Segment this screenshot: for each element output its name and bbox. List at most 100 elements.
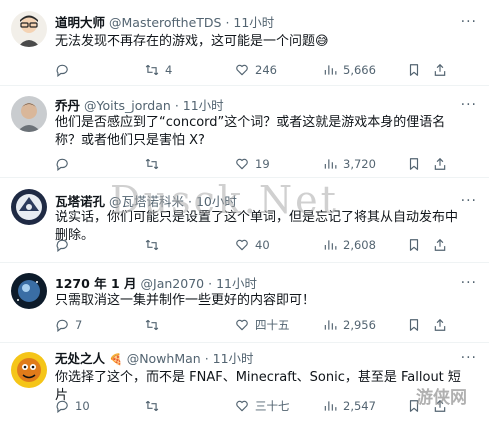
reply-button[interactable] (55, 62, 75, 78)
handle[interactable]: @MasteroftheTDS (109, 15, 221, 30)
separator: · (188, 194, 192, 209)
bookmark-button[interactable] (407, 156, 421, 172)
views-button[interactable]: 2,608 (323, 237, 376, 253)
heart-icon (236, 158, 248, 170)
share-icon (434, 399, 446, 412)
share-button[interactable] (433, 156, 447, 172)
bookmark-icon (409, 319, 419, 331)
retweet-button[interactable]: 4 (145, 62, 172, 78)
views-count: 3,720 (343, 157, 376, 171)
avatar[interactable] (11, 352, 47, 388)
like-count: 246 (255, 63, 277, 77)
tweet-header: 无处之人 🍕 @NowhMan · 11小时 (55, 351, 254, 368)
separator: · (174, 98, 179, 113)
retweet-button[interactable] (145, 398, 165, 414)
like-button[interactable]: 四十五 (235, 317, 290, 333)
tweet[interactable]: 瓦塔诺孔 @瓦塔诺科米 · 10小时 ··· 说实话，你们可能只是设置了这个单词… (0, 178, 489, 263)
avatar[interactable] (11, 273, 47, 309)
avatar[interactable] (11, 96, 47, 132)
tweet-header: 1270 年 1 月 @Jan2070 · 11小时 (55, 276, 257, 292)
timestamp[interactable]: 11小时 (183, 98, 224, 113)
like-count: 四十五 (255, 318, 290, 332)
bookmark-icon (409, 400, 419, 412)
timestamp[interactable]: 11小时 (216, 276, 257, 291)
reply-button[interactable]: 10 (55, 398, 90, 414)
handle[interactable]: @Yoits_jordan (84, 98, 171, 113)
tweet[interactable]: 1270 年 1 月 @Jan2070 · 11小时 ··· 只需取消这一集并制… (0, 263, 489, 343)
like-button[interactable]: 246 (235, 62, 277, 78)
share-icon (434, 63, 446, 76)
retweet-icon (145, 158, 159, 170)
retweet-icon (145, 319, 159, 331)
views-icon (324, 401, 337, 411)
bookmark-button[interactable] (407, 398, 421, 414)
reply-icon (56, 319, 68, 332)
separator: · (208, 276, 213, 291)
bookmark-icon (409, 158, 419, 170)
timestamp[interactable]: 10小时 (196, 194, 237, 209)
tweet-header: 瓦塔诺孔 @瓦塔诺科米 · 10小时 (55, 194, 237, 210)
display-name[interactable]: 1270 年 1 月 (55, 276, 137, 291)
bookmark-button[interactable] (407, 317, 421, 333)
bookmark-icon (409, 239, 419, 251)
retweet-button[interactable] (145, 156, 165, 172)
pizza-icon: 🍕 (109, 353, 123, 366)
reply-icon (56, 158, 68, 171)
tweet-text: 无法发现不再存在的游戏，这可能是一个问题😅 (55, 34, 329, 49)
views-count: 2,608 (343, 238, 376, 252)
more-icon[interactable]: ··· (461, 276, 477, 290)
display-name[interactable]: 无处之人 (55, 351, 105, 366)
views-button[interactable]: 2,547 (323, 398, 376, 414)
bookmark-button[interactable] (407, 62, 421, 78)
reply-icon (56, 239, 68, 252)
views-count: 2,547 (343, 399, 376, 413)
tweet-actions: 7 四十五 2,956 (55, 317, 483, 333)
retweet-button[interactable] (145, 237, 165, 253)
display-name[interactable]: 乔丹 (55, 98, 80, 113)
more-icon[interactable]: ··· (461, 15, 477, 29)
timestamp[interactable]: 11小时 (233, 15, 274, 30)
avatar[interactable] (11, 189, 47, 225)
views-button[interactable]: 3,720 (323, 156, 376, 172)
avatar[interactable] (11, 11, 47, 47)
reply-button[interactable] (55, 237, 75, 253)
tweet[interactable]: 道明大师 @MasteroftheTDS · 11小时 ··· 无法发现不再存在… (0, 0, 489, 86)
more-icon[interactable]: ··· (461, 351, 477, 365)
display-name[interactable]: 瓦塔诺孔 (55, 194, 105, 209)
like-button[interactable]: 三十七 (235, 398, 290, 414)
tweet-header: 道明大师 @MasteroftheTDS · 11小时 (55, 15, 274, 31)
share-button[interactable] (433, 317, 447, 333)
like-count: 40 (255, 238, 270, 252)
like-button[interactable]: 40 (235, 237, 270, 253)
timestamp[interactable]: 11小时 (213, 351, 254, 366)
reply-count: 7 (75, 318, 83, 332)
handle[interactable]: @Jan2070 (141, 276, 205, 291)
share-button[interactable] (433, 398, 447, 414)
handle[interactable]: @NowhMan (127, 351, 201, 366)
retweet-icon (145, 239, 159, 251)
reply-icon (56, 64, 68, 77)
handle[interactable]: @瓦塔诺科米 (109, 194, 184, 209)
share-button[interactable] (433, 62, 447, 78)
share-button[interactable] (433, 237, 447, 253)
share-icon (434, 238, 446, 251)
tweet[interactable]: 无处之人 🍕 @NowhMan · 11小时 ··· 你选择了这个，而不是 FN… (0, 343, 489, 424)
retweet-icon (145, 64, 159, 76)
retweet-icon (145, 400, 159, 412)
views-icon (324, 320, 337, 330)
bookmark-button[interactable] (407, 237, 421, 253)
reply-button[interactable] (55, 156, 75, 172)
retweet-button[interactable] (145, 317, 165, 333)
like-button[interactable]: 19 (235, 156, 270, 172)
display-name[interactable]: 道明大师 (55, 15, 105, 30)
more-icon[interactable]: ··· (461, 98, 477, 112)
reply-icon (56, 400, 68, 413)
reply-button[interactable]: 7 (55, 317, 82, 333)
tweet-text: 只需取消这一集并制作一些更好的内容即可！ (55, 293, 316, 308)
views-count: 2,956 (343, 318, 376, 332)
tweet-text: 他们是否感应到了“concord”这个词？或者这就是游戏本身的俚语名称？或者他们… (55, 115, 446, 148)
views-button[interactable]: 2,956 (323, 317, 376, 333)
tweet[interactable]: 乔丹 @Yoits_jordan · 11小时 ··· 他们是否感应到了“con… (0, 86, 489, 178)
views-button[interactable]: 5,666 (323, 62, 376, 78)
more-icon[interactable]: ··· (461, 194, 477, 208)
